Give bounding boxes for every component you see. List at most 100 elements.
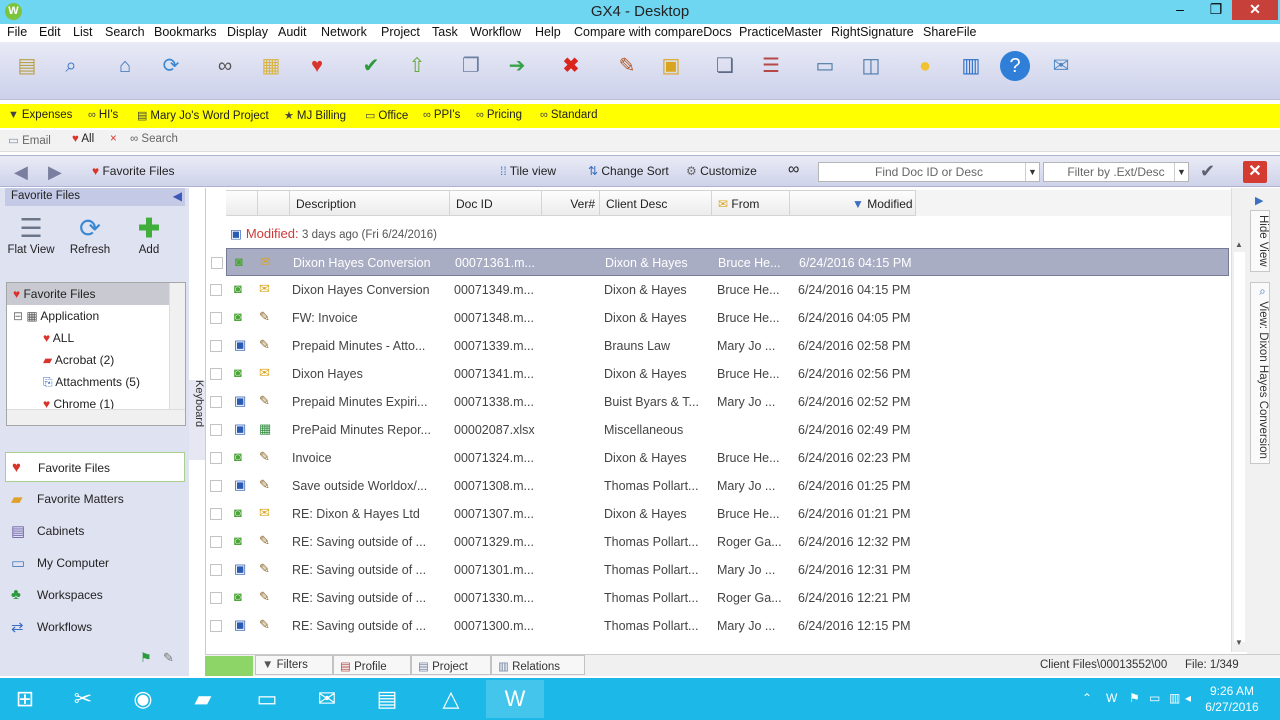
apply-check-icon[interactable]: ✔ <box>1200 161 1215 182</box>
network-icon[interactable]: ▥ <box>1169 691 1180 705</box>
stack-icon[interactable]: ▥ <box>956 51 986 81</box>
menu-audit[interactable]: Audit <box>278 25 307 39</box>
menu-search[interactable]: Search <box>105 25 145 39</box>
menu-project[interactable]: Project <box>381 25 420 39</box>
scroll-up-icon[interactable]: ▲ <box>1235 240 1243 249</box>
column-header-icon2[interactable] <box>258 190 290 216</box>
relations-tab[interactable]: ▥ Relations <box>491 655 585 675</box>
forward-arrow-icon[interactable]: ▶ <box>48 162 62 183</box>
binoculars-icon[interactable]: ∞ <box>210 51 240 81</box>
refresh-button[interactable]: ⟳ Refresh <box>64 212 116 256</box>
tree-item-attachments[interactable]: ⎘ Attachments (5) <box>7 371 169 393</box>
menu-sharefile[interactable]: ShareFile <box>923 25 977 39</box>
binoculars-icon[interactable]: ∞ <box>788 161 799 179</box>
close-window-button[interactable]: ✕ <box>1232 0 1278 20</box>
collapse-panel-icon[interactable]: ◀ <box>173 189 182 203</box>
clock[interactable]: 9:26 AM 6/27/2016 <box>1193 683 1271 715</box>
scrollbar-thumb[interactable] <box>1234 252 1245 642</box>
chevron-down-icon[interactable]: ▼ <box>1025 163 1039 181</box>
group-header[interactable]: ▣ Modified: 3 days ago (Fri 6/24/2016) <box>230 226 437 241</box>
menu-display[interactable]: Display <box>227 25 268 39</box>
table-row[interactable]: ◙ ✉ Dixon Hayes 00071341.m... Dixon & Hayes B… <box>206 360 1229 388</box>
snipping-tool-icon[interactable]: ✂ <box>54 680 112 718</box>
tab-close-icon[interactable]: × <box>110 133 117 145</box>
table-row[interactable]: ▣ ✎ Prepaid Minutes - Atto... 00071339.m...… <box>206 332 1229 360</box>
refresh-icon[interactable]: ⟳ <box>156 51 186 81</box>
menu-workflow[interactable]: Workflow <box>470 25 521 39</box>
menu-edit[interactable]: Edit <box>39 25 61 39</box>
row-checkbox[interactable] <box>210 536 222 548</box>
row-checkbox[interactable] <box>210 396 222 408</box>
table-row[interactable]: ◙ ✉ Dixon Hayes Conversion 00071361.m... Dix… <box>211 248 1229 276</box>
menu-file[interactable]: File <box>7 25 27 39</box>
menu-rightsignature[interactable]: RightSignature <box>831 25 914 39</box>
table-row[interactable]: ▣ ▦ PrePaid Minutes Repor... 00002087.xlsx M… <box>206 416 1229 444</box>
project-tab[interactable]: ▤ Project <box>411 655 491 675</box>
table-row[interactable]: ▣ ✎ RE: Saving outside of ... 00071301.m...… <box>206 556 1229 584</box>
help-icon[interactable]: ? <box>1000 51 1030 81</box>
hide-view-tab[interactable]: Hide View <box>1250 210 1270 272</box>
table-row[interactable]: ◙ ✎ RE: Saving outside of ... 00071329.m...… <box>206 528 1229 556</box>
view-icon[interactable]: ◫ <box>856 51 886 81</box>
find-doc-input[interactable]: Find Doc ID or Desc ▼ <box>818 162 1040 182</box>
close-view-icon[interactable]: ✕ <box>1243 161 1267 183</box>
nav-workflows[interactable]: ⇄ Workflows <box>5 612 185 642</box>
worldox-tray-icon[interactable]: W <box>1106 691 1117 705</box>
tab-email[interactable]: ▭ Email <box>8 133 51 147</box>
menu-list[interactable]: List <box>73 25 92 39</box>
shortcut-mary-jo-word-project[interactable]: ▤ Mary Jo's Word Project <box>137 109 269 122</box>
export-icon[interactable]: ➔ <box>502 51 532 81</box>
tab-all[interactable]: ♥ All <box>72 133 94 145</box>
shortcut-his[interactable]: ∞ HI's <box>88 109 118 121</box>
shortcut-ppis[interactable]: ∞ PPI's <box>423 109 460 121</box>
shortcut-expenses[interactable]: ▼ Expenses <box>8 109 72 121</box>
report-icon[interactable]: ☰ <box>756 51 786 81</box>
column-header-doc-id[interactable]: Doc ID <box>450 190 542 216</box>
row-checkbox[interactable] <box>210 452 222 464</box>
shortcut-pricing[interactable]: ∞ Pricing <box>476 109 522 121</box>
expand-icon[interactable]: ⊟ <box>13 309 26 323</box>
favorite-icon[interactable]: ♥ <box>302 51 332 81</box>
email-icon[interactable]: ✉ <box>1046 51 1076 81</box>
filters-tab[interactable]: ▼ Filters <box>255 655 333 675</box>
customize-button[interactable]: ⚙ Customize <box>686 164 757 178</box>
row-checkbox[interactable] <box>210 340 222 352</box>
check-in-icon[interactable]: ✔ <box>356 51 386 81</box>
table-row[interactable]: ▣ ✎ Save outside Worldox/... 00071308.m... T… <box>206 472 1229 500</box>
flag-icon[interactable]: ⚑ <box>1129 691 1140 705</box>
nav-workspaces[interactable]: ♣ Workspaces <box>5 580 185 610</box>
row-checkbox[interactable] <box>210 620 222 632</box>
file-explorer-icon[interactable]: ▭ <box>238 680 296 718</box>
menu-help[interactable]: Help <box>535 25 561 39</box>
expand-view-icon[interactable]: ▶ <box>1255 194 1263 207</box>
nav-favorite-matters[interactable]: ▰ Favorite Matters <box>5 484 185 514</box>
shortcut-office[interactable]: ▭ Office <box>365 109 408 122</box>
search-icon[interactable]: ⌕ <box>56 51 86 81</box>
wrench-icon[interactable]: ✎ <box>163 650 174 666</box>
menu-task[interactable]: Task <box>432 25 458 39</box>
row-checkbox[interactable] <box>211 257 223 269</box>
tile-view-button[interactable]: ⁞⁞ Tile view <box>500 164 556 178</box>
nav-cabinets[interactable]: ▤ Cabinets <box>5 516 185 546</box>
row-checkbox[interactable] <box>210 564 222 576</box>
shortcut-mj-billing[interactable]: ★ MJ Billing <box>284 109 346 122</box>
flat-view-button[interactable]: ☰ Flat View <box>5 212 57 256</box>
column-header-icon1[interactable] <box>226 190 258 216</box>
delete-icon[interactable]: ✖ <box>556 51 586 81</box>
volume-icon[interactable]: ◂ <box>1185 691 1191 705</box>
menu-network[interactable]: Network <box>321 25 367 39</box>
menu-compare[interactable]: Compare with compareDocs <box>574 25 732 39</box>
change-sort-button[interactable]: ⇅ Change Sort <box>588 164 669 178</box>
chevron-down-icon[interactable]: ▼ <box>1174 163 1188 181</box>
new-document-icon[interactable]: ▤ <box>12 51 42 81</box>
table-row[interactable]: ▣ ✎ RE: Saving outside of ... 00071300.m...… <box>206 612 1229 640</box>
restore-button[interactable]: ❐ <box>1199 0 1233 20</box>
table-row[interactable]: ◙ ✎ RE: Saving outside of ... 00071330.m...… <box>206 584 1229 612</box>
worldox-icon[interactable]: W <box>486 680 544 718</box>
row-checkbox[interactable] <box>210 592 222 604</box>
flag-icon[interactable]: ⚑ <box>140 650 152 666</box>
profile-icon[interactable]: ▭ <box>810 51 840 81</box>
tree-item-all[interactable]: ♥ ALL <box>7 327 169 349</box>
tip-icon[interactable]: ● <box>910 51 940 81</box>
profile-tab[interactable]: ▤ Profile <box>333 655 411 675</box>
